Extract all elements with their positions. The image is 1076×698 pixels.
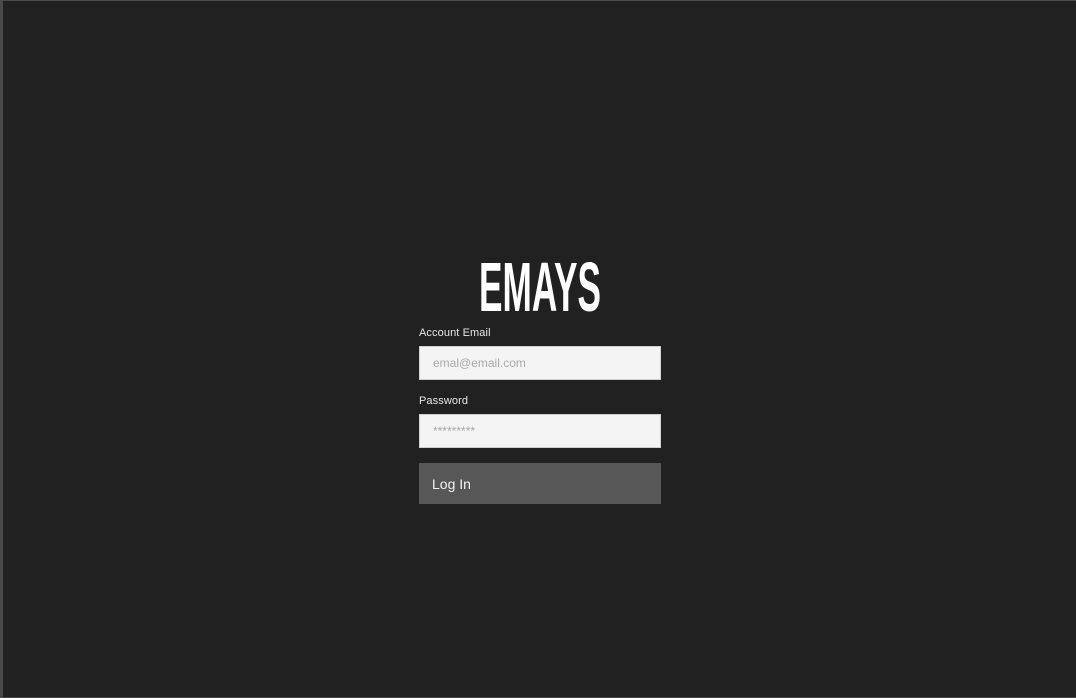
password-label: Password	[419, 395, 469, 407]
log-in-button[interactable]: Log In	[419, 463, 661, 504]
email-input[interactable]	[419, 346, 661, 380]
email-label: Account Email	[419, 327, 491, 339]
login-form: EMAYS Account Email Password Log In	[419, 249, 661, 504]
password-input[interactable]	[419, 414, 661, 448]
svg-text:EMAYS: EMAYS	[479, 249, 601, 313]
emays-logo: EMAYS	[479, 249, 601, 313]
login-screen: EMAYS Account Email Password Log In	[3, 1, 1076, 697]
brand-logo: EMAYS	[419, 249, 661, 313]
